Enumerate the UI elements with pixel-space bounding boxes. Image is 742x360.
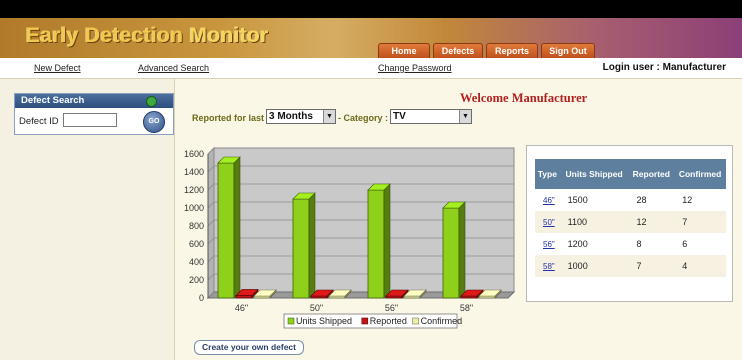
y-tick-label: 0 <box>199 293 204 303</box>
header-banner: Early Detection Monitor Home Defects Rep… <box>0 18 742 58</box>
go-button[interactable]: GO <box>143 111 165 133</box>
cell-confirmed: 7 <box>674 211 726 233</box>
bar <box>367 189 385 299</box>
type-link-58[interactable]: 58" <box>543 262 555 271</box>
cell-reported: 7 <box>628 255 675 277</box>
y-tick-label: 600 <box>189 239 204 249</box>
tab-home[interactable]: Home <box>378 43 430 58</box>
legend-swatch <box>412 317 419 325</box>
summary-table-panel: Type Units Shipped Reported Confirmed 46… <box>526 145 733 302</box>
advanced-search-link[interactable]: Advanced Search <box>138 63 209 73</box>
reported-for-last-label: Reported for last : <box>192 113 270 123</box>
legend-swatch <box>287 317 295 325</box>
app-logo-title: Early Detection Monitor <box>26 24 269 48</box>
table-row: 50" 1100 12 7 <box>535 211 726 233</box>
login-user-label: Login user : Manufacturer <box>602 62 726 73</box>
legend-label: Units Shipped <box>296 316 352 326</box>
defect-id-input[interactable] <box>63 113 117 127</box>
col-confirmed: Confirmed <box>674 159 726 189</box>
category-select-value: TV <box>393 111 406 122</box>
defect-id-label: Defect ID <box>19 116 59 127</box>
cell-shipped: 1100 <box>559 211 629 233</box>
y-tick-label: 1400 <box>184 167 204 177</box>
x-tick-label: 58" <box>460 303 473 313</box>
bar <box>217 162 235 299</box>
tab-defects[interactable]: Defects <box>433 43 483 58</box>
cell-confirmed: 12 <box>682 195 693 205</box>
tab-sign-out[interactable]: Sign Out <box>541 43 595 58</box>
category-select[interactable]: TV ▼ <box>390 109 472 124</box>
type-link-50[interactable]: 50" <box>543 218 555 227</box>
dropdown-arrow-icon: ▼ <box>323 110 335 123</box>
type-link-46[interactable]: 46" <box>543 196 555 205</box>
bar-side <box>308 192 316 299</box>
col-units-shipped: Units Shipped <box>559 159 629 189</box>
bar <box>442 207 460 299</box>
cell-shipped: 1000 <box>559 255 629 277</box>
create-defect-button[interactable]: Create your own defect <box>194 340 304 355</box>
table-row: 46" 1500 28 12 <box>535 189 726 211</box>
bar-side <box>383 183 391 299</box>
welcome-heading: Welcome Manufacturer <box>460 91 588 105</box>
cell-confirmed: 4 <box>674 255 726 277</box>
y-tick-label: 1600 <box>184 149 204 159</box>
app-title-part1: Early Detection <box>26 24 184 47</box>
app-title-part2: Monitor <box>189 24 269 47</box>
y-tick-label: 800 <box>189 221 204 231</box>
y-tick-label: 1200 <box>184 185 204 195</box>
bar-side <box>233 156 241 299</box>
legend-swatch <box>361 317 369 325</box>
table-row: 58" 1000 7 4 <box>535 255 726 277</box>
period-select[interactable]: 3 Months ▼ <box>266 109 336 124</box>
bar <box>235 295 253 299</box>
top-black-bar <box>0 0 742 18</box>
y-tick-label: 1000 <box>184 203 204 213</box>
tab-reports[interactable]: Reports <box>486 43 538 58</box>
type-link-56[interactable]: 56" <box>543 240 555 249</box>
period-select-value: 3 Months <box>269 111 313 122</box>
bar-side <box>458 201 466 299</box>
cell-confirmed: 6 <box>682 239 688 249</box>
defect-search-panel: Defect Search Defect ID GO <box>14 93 174 135</box>
y-tick-label: 400 <box>189 257 204 267</box>
x-tick-label: 46" <box>235 303 248 313</box>
cell-shipped: 1500 <box>567 195 588 205</box>
bar <box>292 198 310 299</box>
cell-reported: 8 <box>636 239 642 249</box>
main-nav: Home Defects Reports Sign Out <box>378 43 595 58</box>
col-type: Type <box>535 159 560 189</box>
defect-search-title: Defect Search <box>21 95 85 106</box>
cell-reported: 12 <box>628 211 675 233</box>
table-row: 56" 1200 8 6 <box>535 233 726 255</box>
dropdown-arrow-icon: ▼ <box>459 110 471 123</box>
cell-reported: 28 <box>636 195 647 205</box>
col-reported: Reported <box>628 159 675 189</box>
legend-label: Reported <box>370 316 407 326</box>
defect-search-header: Defect Search <box>15 94 173 108</box>
cell-shipped: 1200 <box>567 239 588 249</box>
y-tick-label: 200 <box>189 275 204 285</box>
new-defect-link[interactable]: New Defect <box>34 63 81 73</box>
x-tick-label: 56" <box>385 303 398 313</box>
change-password-link[interactable]: Change Password <box>378 63 452 73</box>
legend-label: Confirmed <box>421 316 463 326</box>
status-dot-icon <box>146 96 157 107</box>
category-label: - Category : <box>338 113 389 123</box>
link-bar: New Defect Advanced Search Change Passwo… <box>0 58 742 79</box>
summary-table: Type Units Shipped Reported Confirmed 46… <box>535 159 726 277</box>
sidebar: Defect Search Defect ID GO <box>0 79 175 360</box>
x-tick-label: 50" <box>310 303 323 313</box>
bar-chart: 0 200 400 600 800 1000 1200 1400 1600 46" 50" 56" 58… <box>184 146 516 329</box>
